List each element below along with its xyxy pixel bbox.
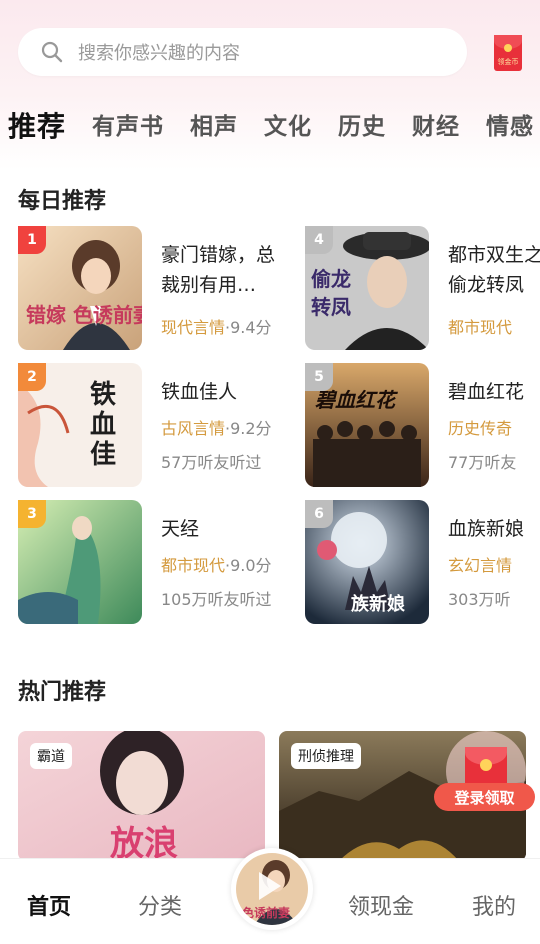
svg-text:色诱前妻: 色诱前妻: [242, 905, 290, 920]
book-meta: 历史传奇: [448, 415, 512, 439]
book-title: 血族新娘: [448, 518, 525, 540]
hot-card[interactable]: 放浪 霸道: [18, 731, 265, 861]
book-score: ·9.4分: [225, 318, 272, 337]
book-meta: 都市现代·9.0分: [161, 552, 272, 576]
book-meta: 古风言情·9.2分: [161, 415, 272, 439]
book-genre: 古风言情: [161, 419, 226, 438]
daily-section-title: 每日推荐: [18, 189, 107, 214]
book-genre: 都市现代: [161, 556, 226, 575]
tabbar-cash[interactable]: 领现金: [348, 889, 414, 921]
svg-text:偷龙: 偷龙: [311, 267, 351, 291]
book-card[interactable]: 3 天经 都市现代·9.0分 105万听友听过: [18, 500, 318, 624]
book-listeners: 77万听友: [448, 453, 517, 472]
book-listeners: 303万听: [448, 590, 511, 609]
hot-tag: 霸道: [30, 743, 72, 769]
book-title: 铁血佳人: [161, 381, 238, 403]
search-icon: [41, 41, 63, 63]
book-score: ·9.0分: [225, 556, 272, 575]
daily-book-grid: 错嫁 色诱前妻 1 豪门错嫁，总裁别有用… 现代言情·9.4分 偷龙 转凤 4 …: [0, 226, 540, 626]
red-packet-icon[interactable]: 领金币: [494, 35, 522, 71]
rank-badge: 4: [305, 226, 333, 254]
book-genre: 历史传奇: [448, 419, 513, 438]
book-title: 碧血红花: [448, 381, 525, 403]
book-meta: 玄幻言情: [448, 552, 512, 576]
tab-recommend[interactable]: 推荐: [8, 104, 66, 150]
book-card[interactable]: 族新娘 6 血族新娘 玄幻言情 303万听: [305, 500, 540, 624]
login-claim-button[interactable]: 登录领取: [434, 783, 535, 811]
svg-text:转凤: 转凤: [311, 295, 351, 319]
book-meta: 现代言情·9.4分: [161, 314, 272, 338]
svg-text:血: 血: [90, 410, 116, 440]
svg-text:佳: 佳: [90, 440, 116, 470]
category-tabs: 推荐 有声书 相声 文化 历史 财经 情感: [0, 100, 540, 150]
book-card[interactable]: 偷龙 转凤 4 都市双生之 偷龙转凤 都市现代: [305, 226, 540, 350]
search-placeholder: 搜索你感兴趣的内容: [78, 43, 240, 64]
rank-badge: 6: [305, 500, 333, 528]
now-playing-button[interactable]: 色诱前妻: [231, 848, 313, 930]
tab-culture[interactable]: 文化: [264, 104, 312, 150]
tabbar-mine[interactable]: 我的: [472, 889, 516, 921]
book-genre: 现代言情: [161, 318, 226, 337]
hot-cover-text: 放浪: [110, 824, 178, 861]
tab-audiobook[interactable]: 有声书: [92, 104, 164, 150]
tab-finance[interactable]: 财经: [412, 104, 460, 150]
book-listeners: 105万听友听过: [161, 590, 272, 609]
search-bar[interactable]: 搜索你感兴趣的内容: [18, 28, 467, 76]
cover-title-text: 错嫁 色诱前妻: [26, 303, 142, 327]
book-card[interactable]: 碧血红花 5 碧血红花 历史传奇 77万听友: [305, 363, 540, 487]
tab-history[interactable]: 历史: [338, 104, 386, 150]
book-title: 豪门错嫁，总裁别有用…: [161, 244, 276, 296]
book-genre: 都市现代: [448, 318, 513, 337]
rank-badge: 5: [305, 363, 333, 391]
tab-crosstalk[interactable]: 相声: [190, 104, 238, 150]
rank-badge: 1: [18, 226, 46, 254]
book-score: ·9.2分: [225, 419, 272, 438]
book-card[interactable]: 铁 血 佳 2 铁血佳人 古风言情·9.2分 57万听友听过: [18, 363, 318, 487]
svg-text:族新娘: 族新娘: [351, 593, 405, 615]
book-card[interactable]: 错嫁 色诱前妻 1 豪门错嫁，总裁别有用… 现代言情·9.4分: [18, 226, 318, 350]
book-listeners: 57万听友听过: [161, 453, 262, 472]
book-title: 天经: [161, 518, 200, 540]
svg-text:碧血红花: 碧血红花: [315, 388, 398, 412]
tabbar-category[interactable]: 分类: [138, 889, 182, 921]
red-packet-label: 领金币: [497, 58, 519, 66]
book-genre: 玄幻言情: [448, 556, 513, 575]
hot-tag: 刑侦推理: [291, 743, 361, 769]
rank-badge: 3: [18, 500, 46, 528]
book-title: 都市双生之 偷龙转凤: [448, 244, 540, 296]
tab-emotion[interactable]: 情感: [486, 104, 534, 150]
book-meta: 都市现代: [448, 314, 512, 338]
svg-text:铁: 铁: [90, 379, 116, 410]
rank-badge: 2: [18, 363, 46, 391]
tabbar-home[interactable]: 首页: [27, 889, 71, 921]
play-icon: [259, 872, 281, 900]
hot-section-title: 热门推荐: [18, 680, 107, 705]
